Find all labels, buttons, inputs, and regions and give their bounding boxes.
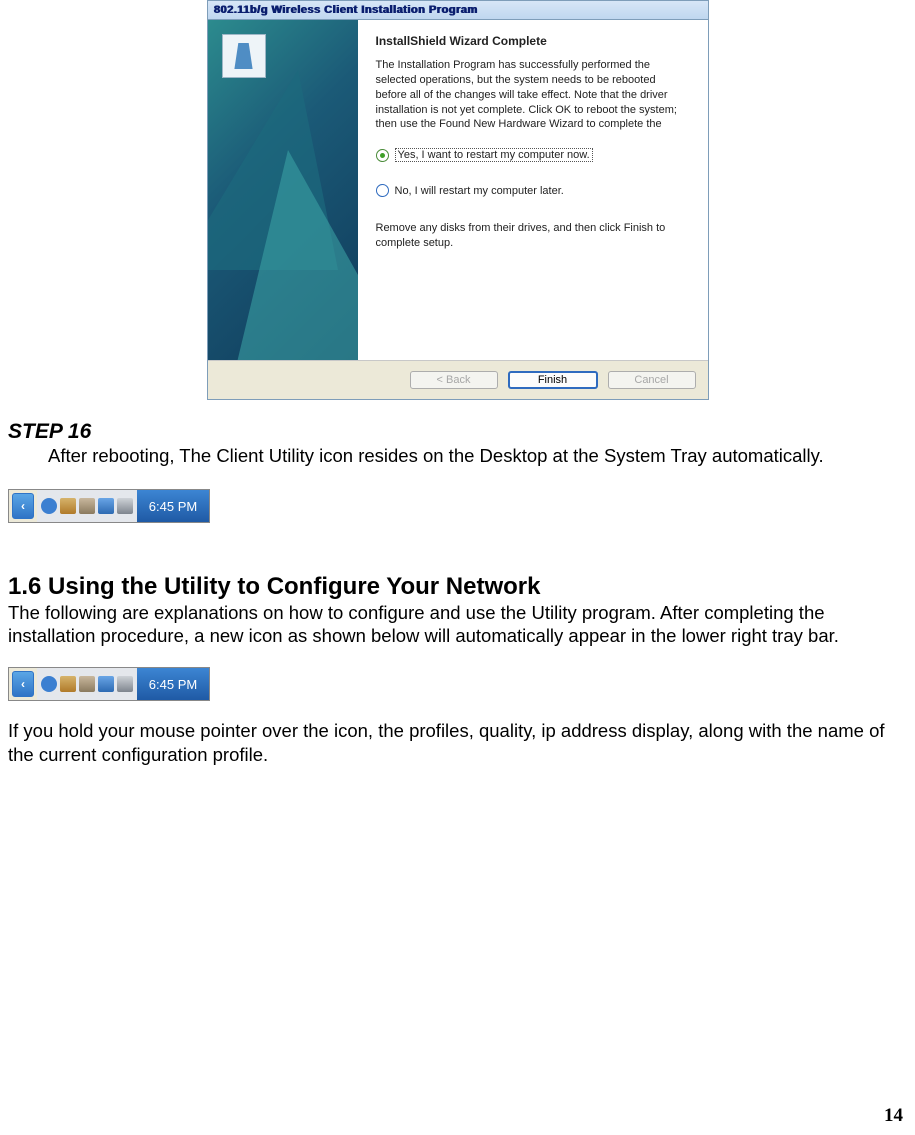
section-para-1: The following are explanations on how to… [8,601,907,647]
tray-icon [60,498,76,514]
tray-icon [41,676,57,692]
step-heading: STEP 16 [8,420,907,444]
installer-footer: < Back Finish Cancel [208,360,708,399]
tray-icon [117,676,133,692]
installer-titlebar: 802.11b/g Wireless Client Installation P… [208,1,708,20]
radio-restart-now[interactable]: Yes, I want to restart my computer now. [376,148,690,162]
radio-restart-later[interactable]: No, I will restart my computer later. [376,184,690,197]
tray-icon [98,676,114,692]
installer-heading: InstallShield Wizard Complete [376,34,690,48]
tray-icon [79,498,95,514]
installer-remove-text: Remove any disks from their drives, and … [376,221,690,251]
installer-side-graphic [208,20,358,360]
tray-clock: 6:45 PM [137,668,209,700]
tray-icon [41,498,57,514]
tray-icons-group [37,668,137,700]
back-button: < Back [410,371,498,389]
radio-restart-now-label: Yes, I want to restart my computer now. [395,148,593,162]
finish-button[interactable]: Finish [508,371,598,389]
installshield-logo-icon [222,34,266,78]
radio-restart-later-label: No, I will restart my computer later. [395,185,564,197]
cancel-button: Cancel [608,371,696,389]
section-heading: 1.6 Using the Utility to Configure Your … [8,573,907,601]
tray-icon [98,498,114,514]
step-body: After rebooting, The Client Utility icon… [48,444,907,467]
tray-clock: 6:45 PM [137,490,209,522]
installer-body-text: The Installation Program has successfull… [376,58,690,132]
page-number: 14 [884,1105,903,1127]
tray-icons-group [37,490,137,522]
section-para-2: If you hold your mouse pointer over the … [8,719,907,765]
tray-expand-chevron-icon: ‹ [12,493,34,519]
tray-icon [60,676,76,692]
tray-icon [79,676,95,692]
installer-window: 802.11b/g Wireless Client Installation P… [207,0,709,400]
system-tray-image-2: ‹ 6:45 PM [8,667,210,701]
installer-title-text: 802.11b/g Wireless Client Installation P… [214,4,478,16]
radio-unselected-icon [376,184,389,197]
system-tray-image-1: ‹ 6:45 PM [8,489,210,523]
radio-selected-icon [376,149,389,162]
tray-expand-chevron-icon: ‹ [12,671,34,697]
tray-icon [117,498,133,514]
